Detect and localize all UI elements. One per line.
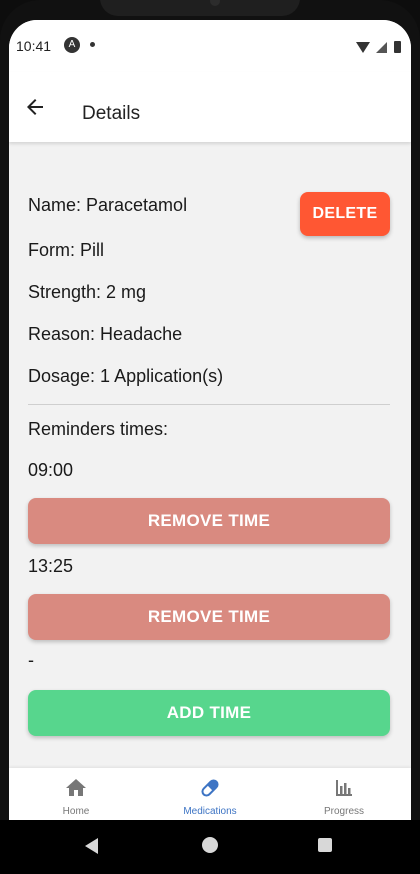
nav-item-home[interactable]: Home — [9, 768, 143, 820]
system-nav-bar — [0, 820, 420, 874]
medication-name: Name: Paracetamol — [28, 195, 188, 215]
reminder-time: 13:25 — [28, 556, 74, 576]
system-home-icon[interactable] — [202, 837, 218, 853]
home-icon — [66, 779, 86, 796]
bar-chart-icon — [336, 780, 352, 796]
bottom-nav: Home Medications Progress — [9, 768, 411, 820]
battery-icon — [394, 41, 401, 54]
page-title: Details — [82, 103, 141, 124]
status-icons — [356, 38, 401, 54]
app-notification-icon: A — [64, 37, 80, 53]
camera-icon — [210, 0, 220, 6]
empty-time-marker: - — [28, 650, 34, 670]
medication-dosage: Dosage: 1 Application(s) — [28, 366, 224, 386]
reminder-time: 09:00 — [28, 460, 74, 480]
phone-frame: 10:41 A Details Name: Paracetamol DELETE… — [0, 0, 420, 874]
reminders-heading: Reminders times: — [28, 419, 169, 439]
status-time: 10:41 — [16, 38, 52, 54]
app-bar: Details — [9, 72, 411, 142]
remove-time-button[interactable]: REMOVE TIME — [28, 498, 390, 544]
medication-reason: Reason: Headache — [28, 324, 183, 344]
system-back-icon[interactable] — [85, 838, 98, 854]
add-time-button[interactable]: ADD TIME — [28, 690, 390, 736]
remove-time-button[interactable]: REMOVE TIME — [28, 594, 390, 640]
nav-item-medications[interactable]: Medications — [143, 768, 277, 820]
arrow-back-icon[interactable] — [23, 95, 47, 119]
nav-label-home: Home — [62, 806, 90, 817]
nav-item-progress[interactable]: Progress — [277, 768, 411, 820]
signal-icon — [376, 41, 388, 53]
wifi-icon — [356, 41, 371, 53]
medication-form: Form: Pill — [28, 240, 104, 260]
divider — [28, 404, 390, 405]
nav-label-medications: Medications — [183, 806, 237, 817]
medication-strength: Strength: 2 mg — [28, 282, 147, 302]
nav-label-progress: Progress — [323, 806, 364, 817]
screen: 10:41 A Details Name: Paracetamol DELETE… — [9, 20, 411, 820]
status-bar: 10:41 A — [9, 20, 411, 72]
pill-icon — [201, 779, 219, 797]
delete-button[interactable]: DELETE — [300, 192, 390, 236]
system-recents-icon[interactable] — [318, 838, 332, 852]
notification-dot-icon — [90, 42, 95, 47]
camera-bump — [100, 0, 300, 16]
